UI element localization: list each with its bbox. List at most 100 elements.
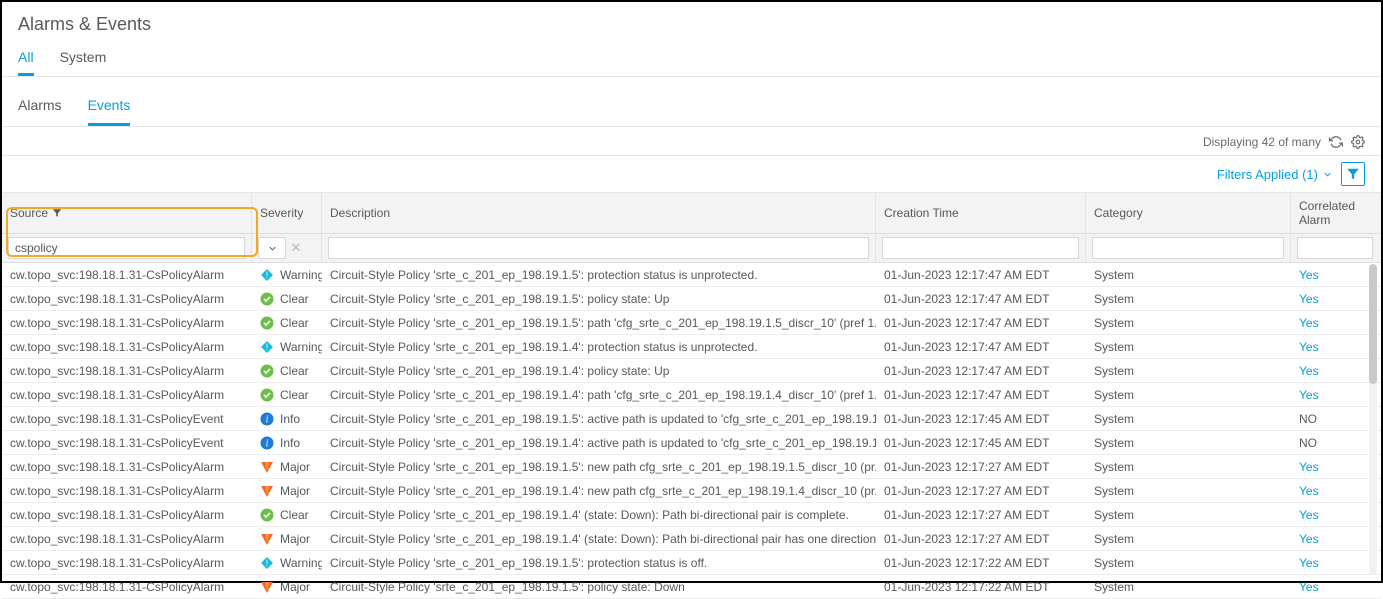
svg-text:!: !: [266, 533, 268, 542]
cell-correlated[interactable]: Yes: [1291, 316, 1379, 330]
cell-source: cw.topo_svc:198.18.1.31-CsPolicyAlarm: [2, 388, 252, 402]
cell-time: 01-Jun-2023 12:17:27 AM EDT: [876, 460, 1086, 474]
chevron-down-icon: [267, 243, 278, 254]
cell-time: 01-Jun-2023 12:17:45 AM EDT: [876, 412, 1086, 426]
tab-events[interactable]: Events: [88, 91, 131, 126]
cell-time: 01-Jun-2023 12:17:47 AM EDT: [876, 268, 1086, 282]
table-row[interactable]: cw.topo_svc:198.18.1.31-CsPolicyAlarmCle…: [2, 359, 1381, 383]
cell-source: cw.topo_svc:198.18.1.31-CsPolicyAlarm: [2, 556, 252, 570]
cell-source: cw.topo_svc:198.18.1.31-CsPolicyAlarm: [2, 268, 252, 282]
svg-text:!: !: [266, 270, 269, 280]
cell-severity: !Warning: [252, 268, 322, 282]
cell-severity: Clear: [252, 364, 322, 378]
cell-correlated[interactable]: Yes: [1291, 340, 1379, 354]
cell-source: cw.topo_svc:198.18.1.31-CsPolicyAlarm: [2, 316, 252, 330]
cell-source: cw.topo_svc:198.18.1.31-CsPolicyEvent: [2, 412, 252, 426]
severity-major-icon: !: [260, 532, 274, 546]
svg-text:!: !: [266, 485, 268, 494]
cell-source: cw.topo_svc:198.18.1.31-CsPolicyAlarm: [2, 532, 252, 546]
table-row[interactable]: cw.topo_svc:198.18.1.31-CsPolicyAlarmCle…: [2, 383, 1381, 407]
col-header-category[interactable]: Category: [1086, 193, 1291, 233]
cell-source: cw.topo_svc:198.18.1.31-CsPolicyAlarm: [2, 460, 252, 474]
filter-severity-clear[interactable]: ✕: [290, 240, 302, 256]
cell-time: 01-Jun-2023 12:17:27 AM EDT: [876, 508, 1086, 522]
cell-description: Circuit-Style Policy 'srte_c_201_ep_198.…: [322, 580, 876, 594]
cell-description: Circuit-Style Policy 'srte_c_201_ep_198.…: [322, 412, 876, 426]
table-row[interactable]: cw.topo_svc:198.18.1.31-CsPolicyAlarm!Ma…: [2, 527, 1381, 551]
severity-clear-icon: [260, 508, 274, 522]
cell-category: System: [1086, 484, 1291, 498]
table-row[interactable]: cw.topo_svc:198.18.1.31-CsPolicyAlarm!Ma…: [2, 455, 1381, 479]
table-row[interactable]: cw.topo_svc:198.18.1.31-CsPolicyAlarm!Wa…: [2, 263, 1381, 287]
cell-source: cw.topo_svc:198.18.1.31-CsPolicyAlarm: [2, 508, 252, 522]
table-row[interactable]: cw.topo_svc:198.18.1.31-CsPolicyAlarm!Wa…: [2, 551, 1381, 575]
cell-severity: !Major: [252, 484, 322, 498]
gear-icon[interactable]: [1351, 135, 1365, 149]
tab-system[interactable]: System: [60, 43, 107, 76]
cell-correlated[interactable]: Yes: [1291, 484, 1379, 498]
table-row[interactable]: cw.topo_svc:198.18.1.31-CsPolicyAlarmCle…: [2, 311, 1381, 335]
cell-description: Circuit-Style Policy 'srte_c_201_ep_198.…: [322, 388, 876, 402]
cell-severity: iInfo: [252, 436, 322, 450]
filter-description-input[interactable]: [328, 237, 869, 259]
filter-correlated-input[interactable]: [1297, 237, 1373, 259]
cell-severity: !Warning: [252, 556, 322, 570]
col-header-source[interactable]: Source: [2, 193, 252, 233]
table-row[interactable]: cw.topo_svc:198.18.1.31-CsPolicyEventiIn…: [2, 431, 1381, 455]
scrollbar-thumb[interactable]: [1369, 264, 1377, 384]
col-header-description[interactable]: Description: [322, 193, 876, 233]
cell-source: cw.topo_svc:198.18.1.31-CsPolicyAlarm: [2, 340, 252, 354]
cell-severity: !Warning: [252, 340, 322, 354]
table-row[interactable]: cw.topo_svc:198.18.1.31-CsPolicyEventiIn…: [2, 407, 1381, 431]
table-row[interactable]: cw.topo_svc:198.18.1.31-CsPolicyAlarmCle…: [2, 287, 1381, 311]
cell-description: Circuit-Style Policy 'srte_c_201_ep_198.…: [322, 436, 876, 450]
cell-category: System: [1086, 532, 1291, 546]
tab-alarms[interactable]: Alarms: [18, 91, 62, 126]
filters-applied-label: Filters Applied (1): [1217, 167, 1318, 182]
cell-correlated[interactable]: Yes: [1291, 532, 1379, 546]
cell-correlated: NO: [1291, 412, 1379, 426]
filter-button[interactable]: [1341, 162, 1365, 186]
col-header-severity[interactable]: Severity: [252, 193, 322, 233]
table-row[interactable]: cw.topo_svc:198.18.1.31-CsPolicyAlarm!Ma…: [2, 575, 1381, 599]
cell-correlated[interactable]: Yes: [1291, 268, 1379, 282]
severity-warning-icon: !: [260, 268, 274, 282]
filter-severity-dropdown[interactable]: [258, 237, 286, 259]
table-filter: ✕: [2, 234, 1381, 263]
table-row[interactable]: cw.topo_svc:198.18.1.31-CsPolicyAlarm!Ma…: [2, 479, 1381, 503]
cell-description: Circuit-Style Policy 'srte_c_201_ep_198.…: [322, 316, 876, 330]
tab-all[interactable]: All: [18, 43, 34, 76]
cell-correlated[interactable]: Yes: [1291, 508, 1379, 522]
cell-description: Circuit-Style Policy 'srte_c_201_ep_198.…: [322, 556, 876, 570]
cell-correlated[interactable]: Yes: [1291, 556, 1379, 570]
severity-clear-icon: [260, 292, 274, 306]
cell-time: 01-Jun-2023 12:17:47 AM EDT: [876, 364, 1086, 378]
filters-applied-link[interactable]: Filters Applied (1): [1217, 167, 1333, 182]
filter-time-input[interactable]: [882, 237, 1079, 259]
cell-correlated[interactable]: Yes: [1291, 292, 1379, 306]
cell-correlated[interactable]: Yes: [1291, 388, 1379, 402]
severity-major-icon: !: [260, 580, 274, 594]
cell-correlated[interactable]: Yes: [1291, 460, 1379, 474]
severity-clear-icon: [260, 364, 274, 378]
scrollbar[interactable]: [1369, 264, 1377, 575]
filter-category-input[interactable]: [1092, 237, 1284, 259]
table-row[interactable]: cw.topo_svc:198.18.1.31-CsPolicyAlarm!Wa…: [2, 335, 1381, 359]
col-header-creation-time[interactable]: Creation Time: [876, 193, 1086, 233]
cell-category: System: [1086, 268, 1291, 282]
svg-text:!: !: [266, 581, 268, 590]
filter-source-input[interactable]: [8, 237, 245, 259]
severity-major-icon: !: [260, 484, 274, 498]
table-row[interactable]: cw.topo_svc:198.18.1.31-CsPolicyAlarmCle…: [2, 503, 1381, 527]
cell-time: 01-Jun-2023 12:17:22 AM EDT: [876, 580, 1086, 594]
refresh-icon[interactable]: [1329, 135, 1343, 149]
cell-severity: Clear: [252, 508, 322, 522]
col-header-correlated[interactable]: Correlated Alarm: [1291, 193, 1379, 233]
top-tabs: All System: [2, 43, 1381, 77]
cell-severity: iInfo: [252, 412, 322, 426]
cell-category: System: [1086, 364, 1291, 378]
severity-clear-icon: [260, 388, 274, 402]
cell-correlated[interactable]: Yes: [1291, 580, 1379, 594]
cell-correlated[interactable]: Yes: [1291, 364, 1379, 378]
cell-severity: Clear: [252, 292, 322, 306]
